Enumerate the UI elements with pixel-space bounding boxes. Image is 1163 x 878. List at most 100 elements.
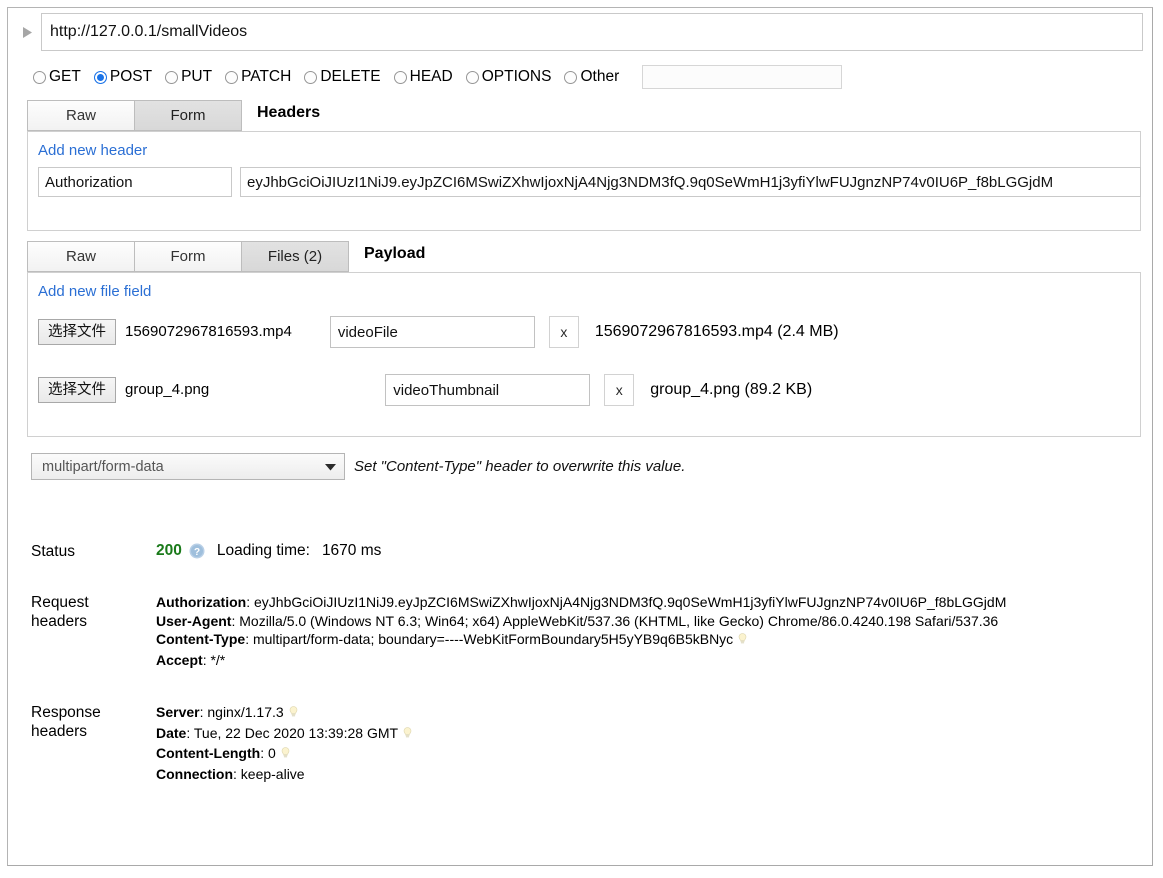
url-input[interactable] xyxy=(41,13,1143,51)
tab-payload-form[interactable]: Form xyxy=(134,241,242,272)
response-headers-label-line2: headers xyxy=(31,722,156,741)
tab-payload-raw[interactable]: Raw xyxy=(27,241,135,272)
method-label: PUT xyxy=(181,69,212,85)
radio-circle-icon[interactable] xyxy=(394,71,407,84)
url-bar-row xyxy=(13,12,1147,52)
choose-file-button[interactable]: 选择文件 xyxy=(38,319,116,346)
radio-circle-icon[interactable] xyxy=(466,71,479,84)
header-name-input[interactable] xyxy=(38,167,232,197)
status-line: 200 ? Loading time: 1670 ms xyxy=(156,542,1147,560)
loading-time-value: 1670 ms xyxy=(322,542,381,560)
request-headers-list: Authorization: eyJhbGciOiJIUzI1NiJ9.eyJp… xyxy=(156,593,1147,669)
header-line: Server: nginx/1.17.3 xyxy=(156,703,1147,724)
header-value-input[interactable] xyxy=(240,167,1141,197)
header-line: Content-Length: 0 xyxy=(156,744,1147,765)
lightbulb-icon[interactable] xyxy=(738,632,747,651)
file-field-name-input[interactable] xyxy=(330,316,535,348)
method-label: OPTIONS xyxy=(482,69,552,85)
header-line: Content-Type: multipart/form-data; bound… xyxy=(156,630,1147,651)
method-radio-get[interactable]: GET xyxy=(33,69,81,85)
header-value: Mozilla/5.0 (Windows NT 6.3; Win64; x64)… xyxy=(239,613,998,629)
rest-client-window: GET POST PUT PATCH DELETE HEAD xyxy=(0,0,1163,878)
request-headers-label-line2: headers xyxy=(31,612,156,631)
chevron-down-icon[interactable] xyxy=(325,459,336,475)
radio-circle-icon[interactable] xyxy=(33,71,46,84)
method-radio-patch[interactable]: PATCH xyxy=(225,69,291,85)
method-label: Other xyxy=(580,69,619,85)
header-value: Tue, 22 Dec 2020 13:39:28 GMT xyxy=(194,725,398,741)
headers-tabstrip: Raw Form Headers xyxy=(13,100,1147,131)
status-block: Status 200 ? Loading time: 1670 ms xyxy=(31,542,1147,561)
loading-time-label: Loading time: xyxy=(217,542,310,560)
remove-file-button[interactable]: x xyxy=(604,374,634,406)
method-radio-head[interactable]: HEAD xyxy=(394,69,453,85)
header-line: Date: Tue, 22 Dec 2020 13:39:28 GMT xyxy=(156,724,1147,745)
request-headers-label: Request headers xyxy=(31,593,156,631)
radio-circle-icon[interactable] xyxy=(225,71,238,84)
response-headers-label: Response headers xyxy=(31,703,156,741)
choose-file-button[interactable]: 选择文件 xyxy=(38,377,116,404)
header-key: Content-Length xyxy=(156,745,260,761)
method-label: PATCH xyxy=(241,69,291,85)
file-summary: group_4.png (89.2 KB) xyxy=(650,381,812,399)
header-value: nginx/1.17.3 xyxy=(207,704,283,720)
tab-payload-files[interactable]: Files (2) xyxy=(241,241,349,272)
chosen-file-name: 1569072967816593.mp4 xyxy=(125,323,292,340)
header-key: Date xyxy=(156,725,186,741)
method-radio-delete[interactable]: DELETE xyxy=(304,69,380,85)
header-key: Authorization xyxy=(156,594,246,610)
request-headers-block: Request headers Authorization: eyJhbGciO… xyxy=(31,593,1147,669)
header-key: Server xyxy=(156,704,200,720)
app-frame: GET POST PUT PATCH DELETE HEAD xyxy=(7,7,1153,866)
chosen-file-name: group_4.png xyxy=(125,381,209,398)
file-summary: 1569072967816593.mp4 (2.4 MB) xyxy=(595,323,839,341)
add-new-header-link[interactable]: Add new header xyxy=(28,132,147,163)
header-row xyxy=(28,163,1140,197)
radio-circle-selected-icon[interactable] xyxy=(94,71,107,84)
header-line: User-Agent: Mozilla/5.0 (Windows NT 6.3;… xyxy=(156,612,1147,631)
header-value: 0 xyxy=(268,745,276,761)
http-method-row: GET POST PUT PATCH DELETE HEAD xyxy=(13,60,1147,94)
remove-file-button[interactable]: x xyxy=(549,316,579,348)
content-type-select[interactable]: multipart/form-data xyxy=(31,453,345,480)
payload-section-title: Payload xyxy=(364,238,425,272)
header-key: Accept xyxy=(156,652,203,668)
tab-headers-form[interactable]: Form xyxy=(134,100,242,131)
headers-panel: Add new header xyxy=(27,131,1141,231)
response-headers-label-line1: Response xyxy=(31,703,156,722)
radio-circle-icon[interactable] xyxy=(304,71,317,84)
method-label: GET xyxy=(49,69,81,85)
request-headers-label-line1: Request xyxy=(31,593,156,612)
content-type-value: multipart/form-data xyxy=(42,459,164,475)
header-key: Content-Type xyxy=(156,631,245,647)
header-line: Authorization: eyJhbGciOiJIUzI1NiJ9.eyJp… xyxy=(156,593,1147,612)
method-radio-post[interactable]: POST xyxy=(94,69,152,85)
method-radio-other[interactable]: Other xyxy=(564,69,619,85)
radio-circle-icon[interactable] xyxy=(564,71,577,84)
files-panel: Add new file field 选择文件 1569072967816593… xyxy=(27,272,1141,437)
method-radio-options[interactable]: OPTIONS xyxy=(466,69,552,85)
other-method-input[interactable] xyxy=(642,65,842,89)
tab-headers-raw[interactable]: Raw xyxy=(27,100,135,131)
header-line: Connection: keep-alive xyxy=(156,765,1147,784)
header-line: Accept: */* xyxy=(156,651,1147,670)
status-label: Status xyxy=(31,542,156,561)
file-chooser-2[interactable]: 选择文件 group_4.png xyxy=(38,377,209,404)
method-radio-put[interactable]: PUT xyxy=(165,69,212,85)
content-type-hint: Set "Content-Type" header to overwrite t… xyxy=(354,458,685,475)
triangle-right-icon[interactable] xyxy=(19,22,35,42)
content-type-row: multipart/form-data Set "Content-Type" h… xyxy=(13,437,1147,480)
response-headers-block: Response headers Server: nginx/1.17.3 Da… xyxy=(31,703,1147,783)
file-chooser-1[interactable]: 选择文件 1569072967816593.mp4 xyxy=(38,319,292,346)
lightbulb-icon[interactable] xyxy=(289,705,298,724)
lightbulb-icon[interactable] xyxy=(403,726,412,745)
add-new-file-field-link[interactable]: Add new file field xyxy=(28,273,151,304)
file-field-name-input[interactable] xyxy=(385,374,590,406)
header-key: Connection xyxy=(156,766,233,782)
status-code: 200 xyxy=(156,542,182,560)
help-question-icon[interactable]: ? xyxy=(189,543,205,559)
results-section: Status 200 ? Loading time: 1670 ms xyxy=(13,542,1147,783)
lightbulb-icon[interactable] xyxy=(281,746,290,765)
radio-circle-icon[interactable] xyxy=(165,71,178,84)
method-label: HEAD xyxy=(410,69,453,85)
